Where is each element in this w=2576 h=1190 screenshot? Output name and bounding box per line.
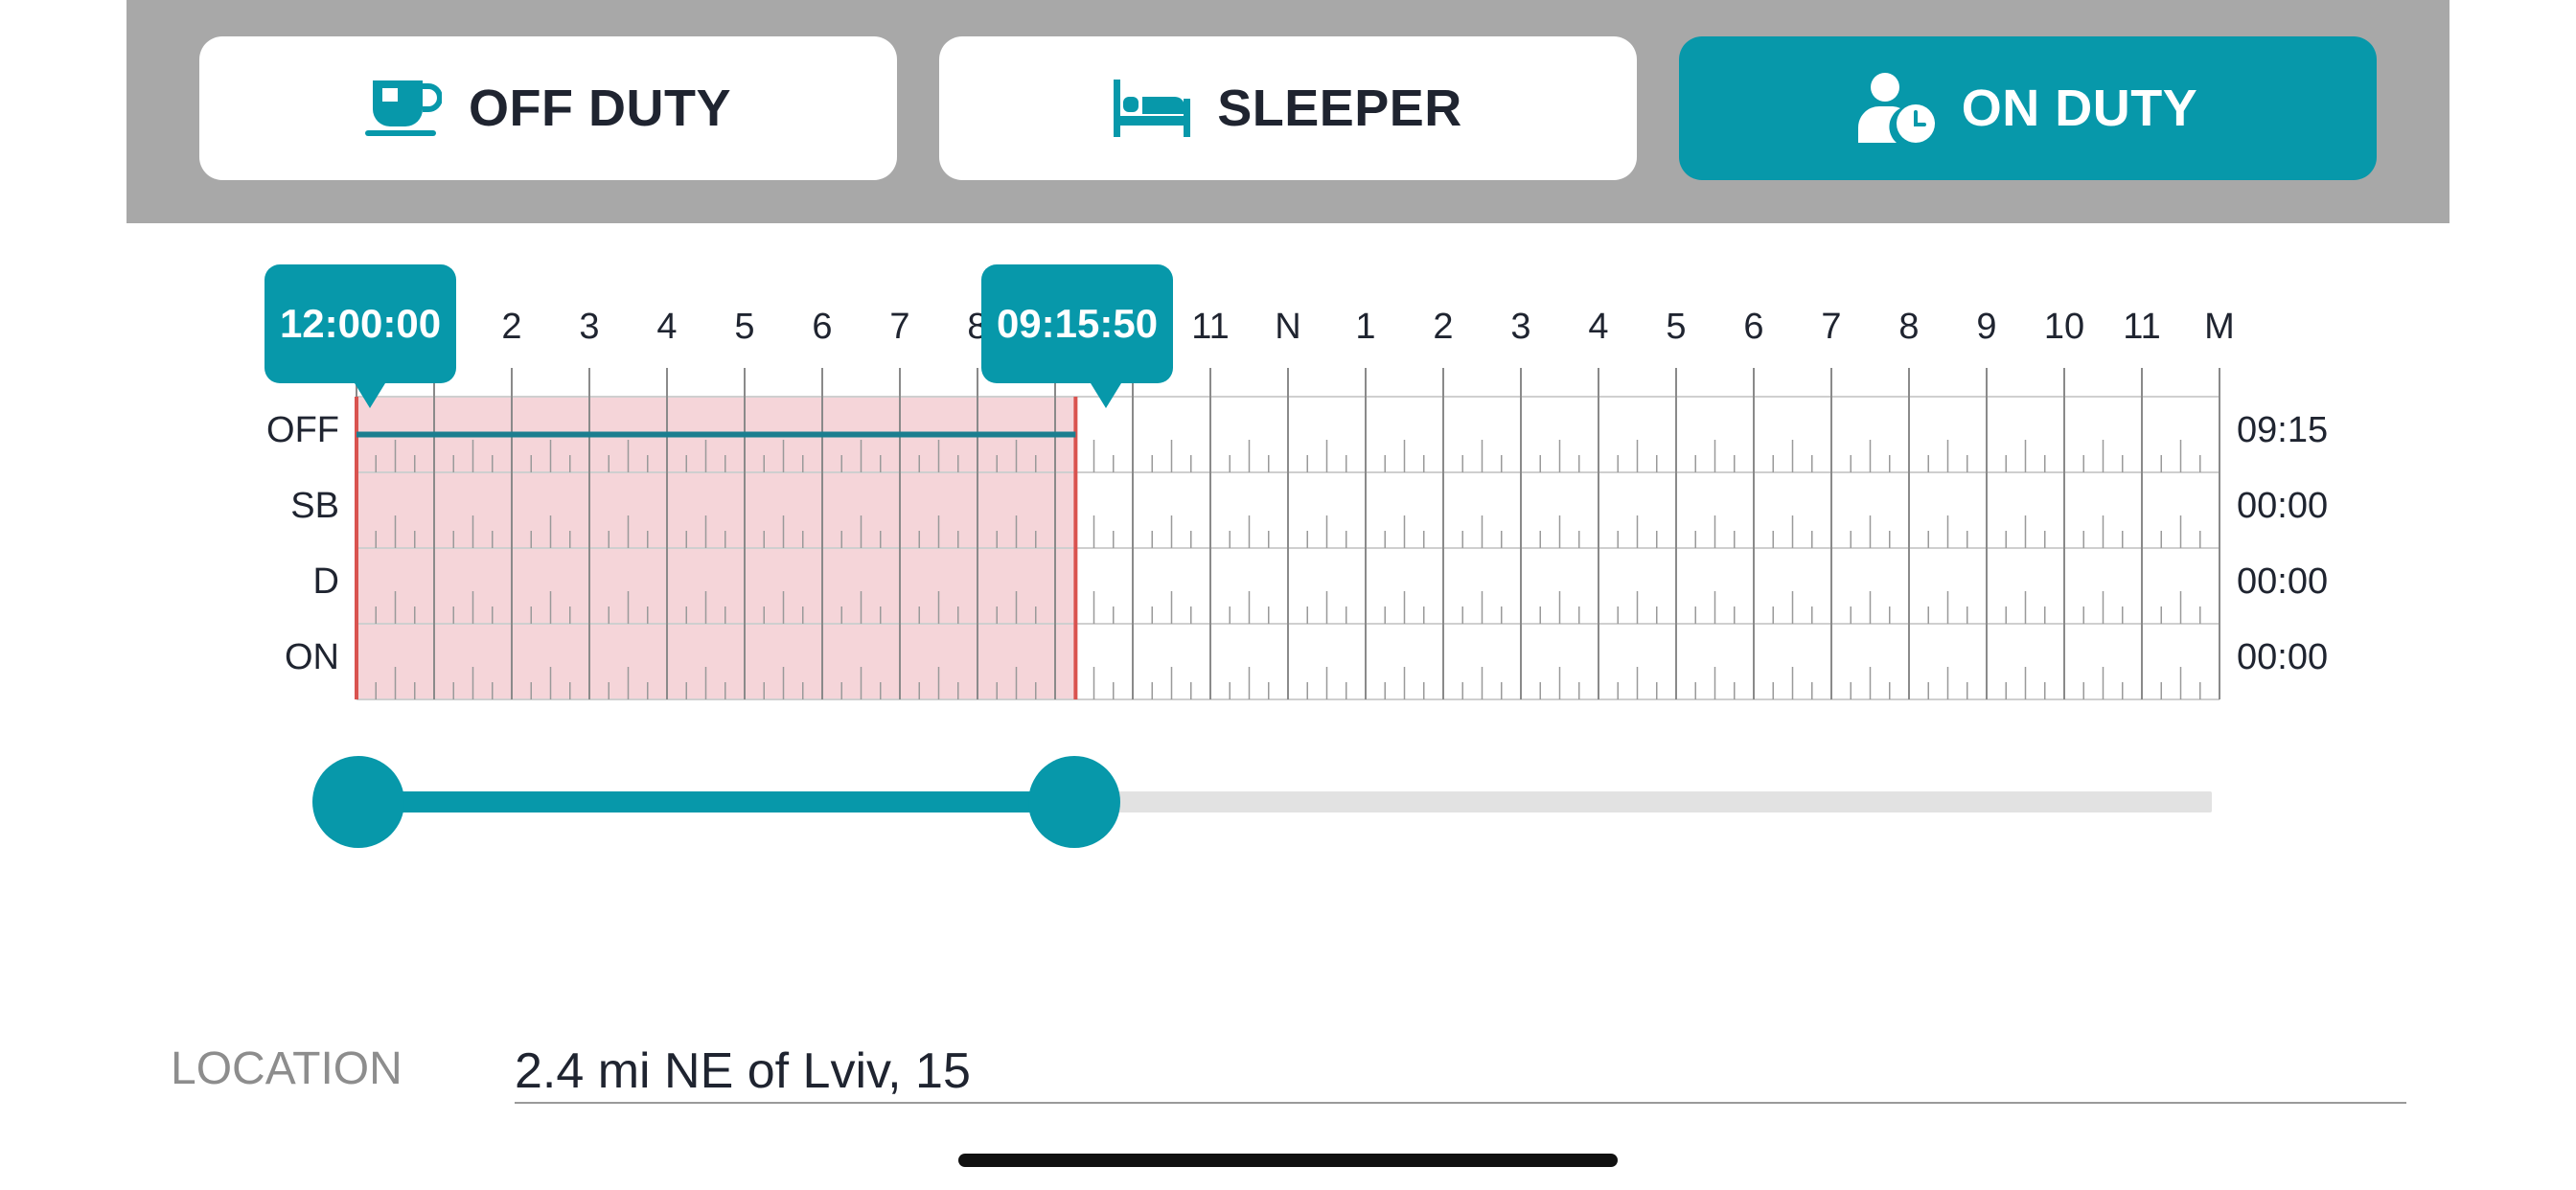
location-label: LOCATION bbox=[171, 1043, 402, 1094]
time-range-fill bbox=[358, 791, 1074, 812]
hour-label: 8 bbox=[1898, 307, 1920, 347]
home-indicator bbox=[958, 1154, 1618, 1167]
range-end-handle[interactable] bbox=[1027, 756, 1120, 848]
hour-label: 3 bbox=[1510, 307, 1531, 347]
row-total-sb: 00:00 bbox=[2237, 486, 2329, 526]
selection-start-time[interactable]: 12:00:00 bbox=[264, 264, 456, 408]
row-total-d: 00:00 bbox=[2237, 561, 2329, 602]
row-label-sb: SB bbox=[290, 486, 339, 526]
row-label-d: D bbox=[312, 561, 339, 602]
row-total-off: 09:15 bbox=[2237, 410, 2329, 450]
hour-label: 11 bbox=[1191, 307, 1230, 347]
hour-label: 4 bbox=[1588, 307, 1609, 347]
row-label-on: ON bbox=[285, 637, 339, 677]
location-field[interactable]: 2.4 mi NE of Lviv, 15 bbox=[515, 1042, 971, 1100]
hour-label: 2 bbox=[1433, 307, 1454, 347]
hour-label: 2 bbox=[501, 307, 522, 347]
hour-label: 5 bbox=[1666, 307, 1687, 347]
hour-label: 10 bbox=[2043, 307, 2085, 347]
hour-label: 3 bbox=[579, 307, 600, 347]
hour-label: 4 bbox=[656, 307, 678, 347]
hour-label: N bbox=[1275, 307, 1301, 347]
hour-label: 6 bbox=[812, 307, 833, 347]
hour-label: 1 bbox=[1355, 307, 1376, 347]
hour-label: M bbox=[2204, 307, 2235, 347]
selection-end-time[interactable]: 09:15:50 bbox=[981, 264, 1173, 408]
range-start-handle[interactable] bbox=[312, 756, 404, 848]
row-label-off: OFF bbox=[266, 410, 339, 450]
hour-label: 9 bbox=[1976, 307, 1997, 347]
location-underline bbox=[515, 1102, 2406, 1104]
hour-label: 7 bbox=[889, 307, 910, 347]
hour-label: 7 bbox=[1821, 307, 1842, 347]
hour-label: 11 bbox=[2123, 307, 2161, 347]
row-total-on: 00:00 bbox=[2237, 637, 2329, 677]
hour-label: 5 bbox=[734, 307, 755, 347]
hour-label: 6 bbox=[1743, 307, 1764, 347]
duty-log-chart[interactable]: 1234567891011N1234567891011M OFF SB D ON… bbox=[0, 0, 2576, 728]
